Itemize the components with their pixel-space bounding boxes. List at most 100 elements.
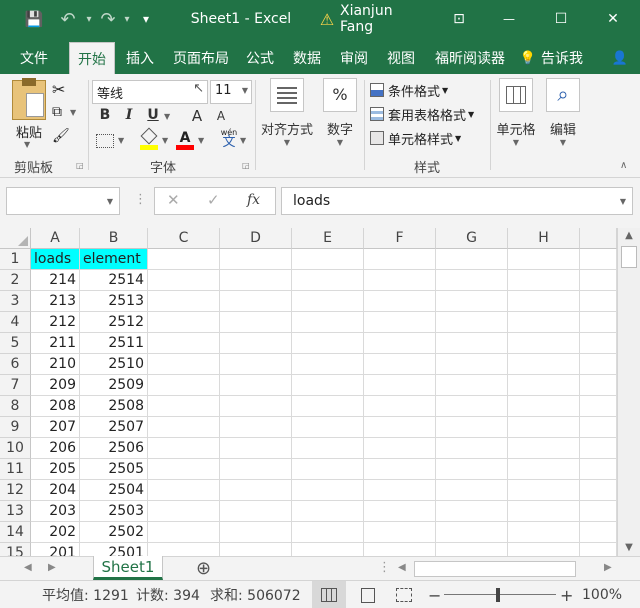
clipboard-launcher-icon[interactable]: ◲ bbox=[76, 161, 84, 170]
bold-button[interactable]: B bbox=[96, 107, 114, 123]
cell-empty[interactable] bbox=[148, 438, 220, 459]
cancel-icon[interactable]: ✕ bbox=[167, 191, 180, 209]
copy-dropdown-icon[interactable]: ▼ bbox=[70, 108, 76, 117]
paste-dropdown-icon[interactable]: ▼ bbox=[24, 140, 30, 149]
column-header[interactable]: G bbox=[436, 228, 508, 249]
cell-empty[interactable] bbox=[436, 438, 508, 459]
lightbulb-icon[interactable]: 💡 bbox=[518, 42, 538, 74]
normal-view-icon[interactable] bbox=[312, 581, 346, 608]
cell-empty[interactable] bbox=[508, 312, 580, 333]
cell-empty[interactable] bbox=[508, 438, 580, 459]
cell-empty[interactable] bbox=[436, 480, 508, 501]
cell-styles-button[interactable]: 单元格样式 ▼ bbox=[370, 129, 461, 148]
borders-icon[interactable] bbox=[96, 134, 114, 148]
cell-empty[interactable] bbox=[220, 501, 292, 522]
cell-empty[interactable] bbox=[436, 291, 508, 312]
cell-empty[interactable] bbox=[148, 333, 220, 354]
cell-empty[interactable] bbox=[292, 312, 364, 333]
cell-element[interactable]: 2513 bbox=[80, 291, 148, 312]
tab-home[interactable]: 开始 bbox=[69, 42, 115, 74]
cell-empty[interactable] bbox=[508, 459, 580, 480]
cell-empty[interactable] bbox=[364, 501, 436, 522]
cell-empty[interactable] bbox=[580, 249, 617, 270]
ribbon-display-options-icon[interactable]: ⊡ bbox=[448, 0, 470, 38]
maximize-icon[interactable]: ☐ bbox=[548, 0, 574, 38]
formula-bar-grip-icon[interactable]: ⋮ bbox=[134, 192, 147, 207]
row-header[interactable]: 1 bbox=[0, 249, 31, 270]
undo-icon[interactable]: ↶ bbox=[56, 0, 80, 38]
redo-icon[interactable]: ↷ bbox=[96, 0, 120, 38]
tab-insert[interactable]: 插入 bbox=[120, 42, 160, 74]
fill-color-icon[interactable] bbox=[140, 127, 158, 150]
prev-sheet-icon[interactable]: ◀ bbox=[24, 562, 32, 573]
cell-element[interactable]: 2507 bbox=[80, 417, 148, 438]
cell-loads[interactable]: 203 bbox=[31, 501, 80, 522]
cell-loads[interactable]: 214 bbox=[31, 270, 80, 291]
row-header[interactable]: 4 bbox=[0, 312, 31, 333]
cell-empty[interactable] bbox=[148, 291, 220, 312]
collapse-ribbon-icon[interactable]: ∧ bbox=[620, 160, 627, 171]
column-header[interactable]: D bbox=[220, 228, 292, 249]
cells-button[interactable]: 单元格 ▼ bbox=[494, 78, 538, 147]
scroll-down-icon[interactable]: ▼ bbox=[618, 540, 640, 556]
status-average[interactable]: 平均值: 1291 bbox=[42, 581, 129, 608]
cell-empty[interactable] bbox=[580, 417, 617, 438]
cell-empty[interactable] bbox=[292, 333, 364, 354]
cell-empty[interactable] bbox=[364, 459, 436, 480]
phonetic-icon[interactable]: wén 文 bbox=[218, 128, 240, 149]
cell-empty[interactable] bbox=[580, 438, 617, 459]
scroll-up-icon[interactable]: ▲ bbox=[618, 228, 640, 244]
cell-loads[interactable]: 202 bbox=[31, 522, 80, 543]
cell-empty[interactable] bbox=[436, 396, 508, 417]
copy-icon[interactable]: ⧉ bbox=[52, 104, 62, 120]
tab-foxit-reader[interactable]: 福昕阅读器 bbox=[428, 42, 512, 74]
cell-empty[interactable] bbox=[580, 333, 617, 354]
cell-empty[interactable] bbox=[220, 291, 292, 312]
cell-empty[interactable] bbox=[148, 459, 220, 480]
row-header[interactable]: 8 bbox=[0, 396, 31, 417]
cell-element[interactable]: 2504 bbox=[80, 480, 148, 501]
status-sum[interactable]: 求和: 506072 bbox=[210, 581, 301, 608]
cell-empty[interactable] bbox=[508, 354, 580, 375]
column-header[interactable] bbox=[580, 228, 617, 249]
cell-empty[interactable] bbox=[364, 291, 436, 312]
font-color-icon[interactable]: A bbox=[176, 130, 194, 150]
cell-empty[interactable] bbox=[220, 270, 292, 291]
cell-empty[interactable] bbox=[580, 480, 617, 501]
cell-empty[interactable] bbox=[148, 354, 220, 375]
cell-empty[interactable] bbox=[508, 375, 580, 396]
share-icon[interactable]: 👤 bbox=[608, 42, 632, 74]
cell-empty[interactable] bbox=[220, 480, 292, 501]
cell-element[interactable]: 2509 bbox=[80, 375, 148, 396]
add-sheet-icon[interactable]: ⊕ bbox=[196, 558, 211, 579]
cell-empty[interactable] bbox=[220, 459, 292, 480]
cell-empty[interactable] bbox=[436, 312, 508, 333]
cell-loads[interactable]: 213 bbox=[31, 291, 80, 312]
scroll-right-icon[interactable]: ▶ bbox=[604, 562, 612, 573]
cell-empty[interactable] bbox=[292, 396, 364, 417]
cell-empty[interactable] bbox=[436, 375, 508, 396]
cell-empty[interactable] bbox=[364, 417, 436, 438]
format-painter-icon[interactable]: 🖌 bbox=[52, 128, 70, 144]
shrink-font-button[interactable]: A bbox=[212, 109, 230, 123]
cell-element[interactable]: 2510 bbox=[80, 354, 148, 375]
user-name[interactable]: Xianjun Fang bbox=[340, 0, 430, 38]
cell-empty[interactable] bbox=[364, 270, 436, 291]
tab-split-icon[interactable]: ⋮ bbox=[378, 560, 391, 575]
zoom-slider[interactable] bbox=[444, 581, 556, 608]
vertical-scrollbar[interactable]: ▲ ▼ bbox=[617, 228, 640, 556]
cell-element[interactable]: 2502 bbox=[80, 522, 148, 543]
grow-font-button[interactable]: A bbox=[188, 107, 206, 125]
cell-empty[interactable] bbox=[148, 249, 220, 270]
cell-empty[interactable] bbox=[220, 396, 292, 417]
cell-loads[interactable]: 207 bbox=[31, 417, 80, 438]
tab-data[interactable]: 数据 bbox=[287, 42, 327, 74]
row-header[interactable]: 12 bbox=[0, 480, 31, 501]
cell-empty[interactable] bbox=[292, 480, 364, 501]
cell-empty[interactable] bbox=[436, 417, 508, 438]
cell-empty[interactable] bbox=[364, 249, 436, 270]
next-sheet-icon[interactable]: ▶ bbox=[48, 562, 56, 573]
cell-empty[interactable] bbox=[436, 459, 508, 480]
cell-empty[interactable] bbox=[436, 333, 508, 354]
cell-empty[interactable] bbox=[220, 249, 292, 270]
